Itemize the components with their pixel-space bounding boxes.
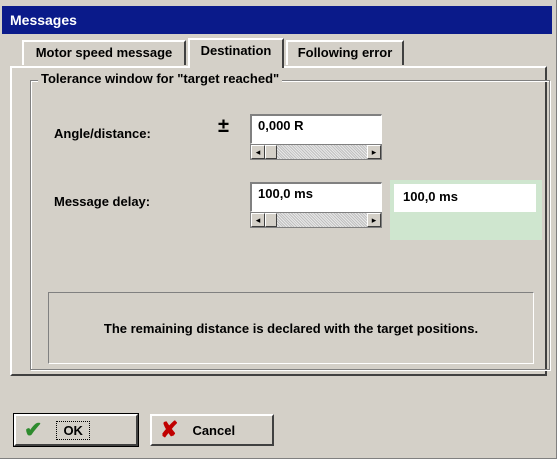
- plus-minus-sign: ±: [218, 115, 229, 137]
- cancel-button[interactable]: ✘ Cancel: [150, 414, 274, 446]
- arrow-right-icon[interactable]: ▸: [367, 213, 381, 227]
- title-bar: Messages: [2, 6, 552, 34]
- angle-distance-scrollbar[interactable]: ◂ ▸: [250, 144, 382, 160]
- message-delay-field[interactable]: 100,0 ms: [250, 182, 382, 212]
- tab-label: Destination: [200, 43, 272, 58]
- tab-label: Motor speed message: [35, 45, 173, 60]
- scroll-thumb[interactable]: [265, 213, 277, 227]
- info-text: The remaining distance is declared with …: [103, 320, 479, 336]
- tab-following-error[interactable]: Following error: [286, 40, 404, 65]
- cancel-label: Cancel: [192, 422, 236, 438]
- tab-motor-speed-message[interactable]: Motor speed message: [22, 40, 186, 65]
- scroll-thumb[interactable]: [265, 145, 277, 159]
- ok-button[interactable]: ✔ OK: [13, 413, 139, 447]
- tab-destination[interactable]: Destination: [188, 38, 284, 68]
- arrow-left-icon[interactable]: ◂: [251, 213, 265, 227]
- info-box: The remaining distance is declared with …: [48, 292, 534, 364]
- message-delay-scrollbar[interactable]: ◂ ▸: [250, 212, 382, 228]
- groupbox-title: Tolerance window for "target reached": [38, 71, 283, 86]
- tab-label: Following error: [297, 45, 393, 60]
- message-delay-label: Message delay:: [54, 194, 151, 209]
- message-delay-readout: 100,0 ms: [394, 184, 536, 212]
- angle-distance-label: Angle/distance:: [54, 126, 151, 141]
- messages-dialog: Messages Motor speed message Destination…: [0, 0, 557, 459]
- ok-label: OK: [63, 422, 83, 438]
- arrow-left-icon[interactable]: ◂: [251, 145, 265, 159]
- x-icon: ✘: [160, 417, 179, 442]
- arrow-right-icon[interactable]: ▸: [367, 145, 381, 159]
- check-icon: ✔: [24, 417, 43, 442]
- window-title: Messages: [10, 12, 77, 28]
- angle-distance-field[interactable]: 0,000 R: [250, 114, 382, 144]
